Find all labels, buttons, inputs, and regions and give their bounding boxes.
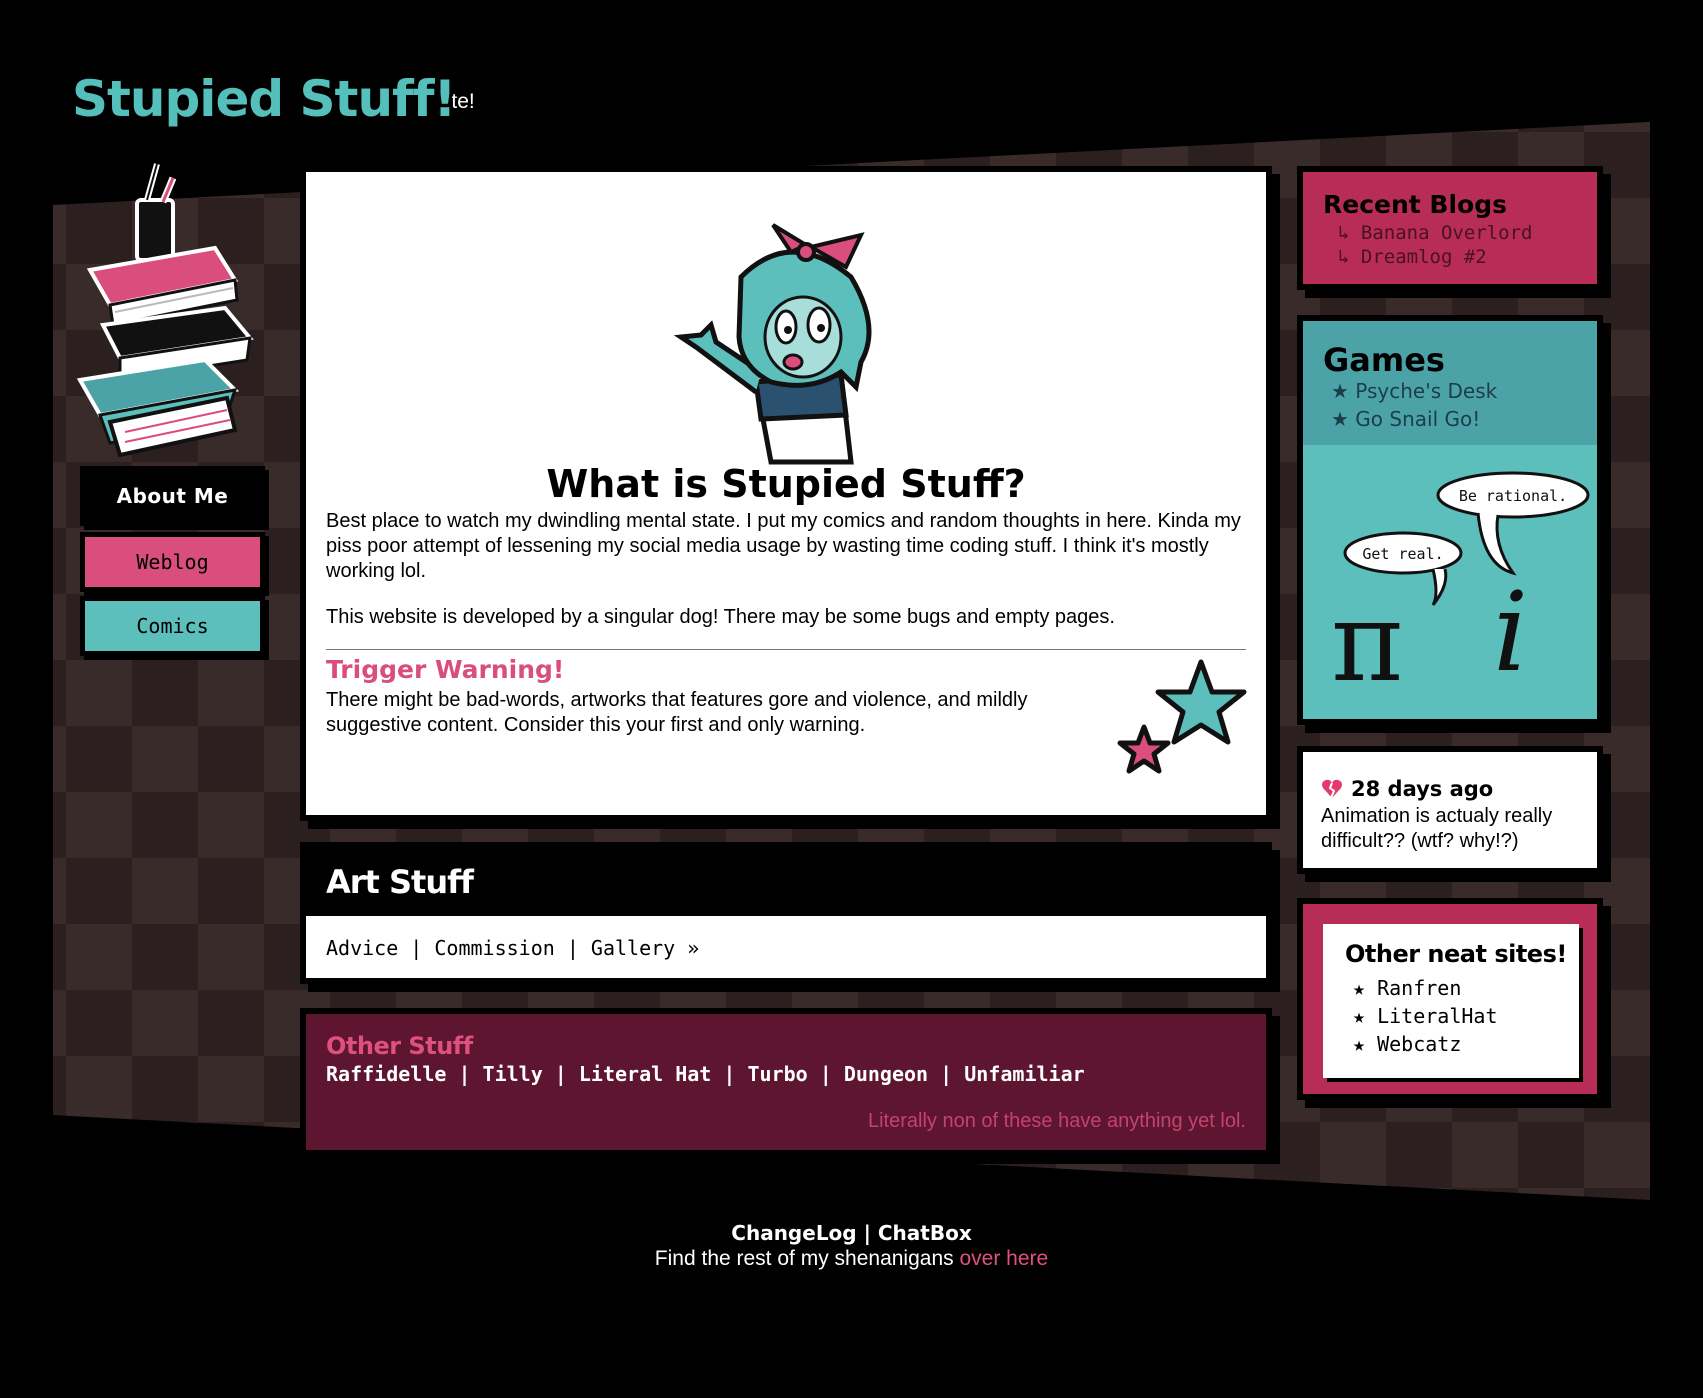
separator: | (398, 936, 435, 960)
separator: | (928, 1062, 965, 1086)
status-panel: 28 days ago Animation is actualy really … (1297, 746, 1603, 874)
over-here-link[interactable]: over here (959, 1247, 1048, 1270)
other-link-turbo[interactable]: Turbo (747, 1062, 807, 1086)
footer-text: Find the rest of my shenanigans (654, 1247, 960, 1270)
art-stuff-panel: Art Stuff Advice | Commission | Gallery … (300, 842, 1272, 984)
footer-links: ChangeLog | ChatBox (0, 1220, 1703, 1246)
footer: ChangeLog | ChatBox Find the rest of my … (0, 1220, 1703, 1272)
more-arrow[interactable]: » (675, 936, 699, 960)
main-title: What is Stupied Stuff? (546, 462, 1026, 506)
stars-decoration (1117, 659, 1247, 774)
art-link-advice[interactable]: Advice (326, 936, 398, 960)
neat-sites-box: Other neat sites! ★ Ranfren ★ LiteralHat… (1323, 924, 1579, 1078)
nav-weblog[interactable]: Weblog (80, 532, 265, 592)
recent-blogs-panel: Recent Blogs ↳ Banana Overlord ↳ Dreamlo… (1297, 166, 1603, 290)
art-links: Advice | Commission | Gallery » (326, 936, 699, 960)
dev-note-paragraph: This website is developed by a singular … (326, 606, 1115, 628)
games-panel: Games ★ Psyche's Desk ★ Go Snail Go! Be … (1297, 315, 1603, 725)
other-stuff-title: Other Stuff (326, 1032, 473, 1060)
other-stuff-panel: Other Stuff Raffidelle | Tilly | Literal… (300, 1008, 1272, 1156)
game-link-go-snail-go[interactable]: ★ Go Snail Go! (1331, 407, 1480, 431)
blog-link-banana-overlord[interactable]: ↳ Banana Overlord (1338, 222, 1532, 244)
nav-comics[interactable]: Comics (80, 596, 265, 656)
bubble-get-real: Get real. (1362, 545, 1443, 563)
status-text: Animation is actualy really difficult?? … (1321, 805, 1553, 852)
other-link-raffidelle[interactable]: Raffidelle (326, 1062, 446, 1086)
other-link-dungeon[interactable]: Dungeon (844, 1062, 928, 1086)
site-header: Stupied Stuff! A stupid little website! (72, 70, 772, 140)
pi-symbol: π (1331, 578, 1403, 706)
art-stuff-title: Art Stuff (326, 863, 474, 901)
changelog-link[interactable]: ChangeLog (731, 1221, 856, 1245)
other-link-tilly[interactable]: Tilly (483, 1062, 543, 1086)
art-link-gallery[interactable]: Gallery (591, 936, 675, 960)
game-link-psyches-desk[interactable]: ★ Psyche's Desk (1331, 379, 1497, 403)
chatbox-link[interactable]: ChatBox (878, 1221, 972, 1245)
footer-line: Find the rest of my shenanigans over her… (0, 1246, 1703, 1272)
marquee-text: A stupid little website! (452, 90, 475, 113)
i-symbol: i (1493, 568, 1528, 696)
neat-sites-panel: Other neat sites! ★ Ranfren ★ LiteralHat… (1297, 898, 1603, 1100)
neat-link-webcatz[interactable]: ★ Webcatz (1353, 1032, 1461, 1056)
games-title: Games (1323, 341, 1445, 379)
other-link-literal-hat[interactable]: Literal Hat (579, 1062, 711, 1086)
neat-link-ranfren[interactable]: ★ Ranfren (1353, 976, 1461, 1000)
mascot-illustration (673, 223, 872, 465)
trigger-warning-title: Trigger Warning! (326, 655, 565, 684)
intro-paragraph: Best place to watch my dwindling mental … (326, 510, 1241, 582)
divider (326, 649, 1246, 650)
neat-link-literalhat[interactable]: ★ LiteralHat (1353, 1004, 1498, 1028)
recent-blogs-title: Recent Blogs (1323, 190, 1508, 219)
bubble-be-rational: Be rational. (1459, 487, 1567, 505)
trigger-warning-text: There might be bad-words, artworks that … (326, 689, 1028, 736)
other-link-unfamiliar[interactable]: Unfamiliar (964, 1062, 1084, 1086)
marquee: A stupid little website! (452, 90, 702, 120)
book-stack-illustration (76, 163, 254, 458)
nav-about-me[interactable]: About Me (80, 466, 265, 526)
separator: | (711, 1062, 748, 1086)
separator: | (446, 1062, 483, 1086)
separator: | (554, 936, 591, 960)
status-time: 28 days ago (1321, 777, 1493, 801)
pi-and-i-comic: Be rational. Get real. π i (1331, 471, 1590, 706)
games-header: Games ★ Psyche's Desk ★ Go Snail Go! (1303, 321, 1597, 445)
art-stuff-header: Art Stuff (306, 848, 1266, 916)
site-title[interactable]: Stupied Stuff! (72, 70, 456, 128)
neat-sites-title: Other neat sites! (1345, 940, 1567, 968)
blog-link-dreamlog-2[interactable]: ↳ Dreamlog #2 (1338, 246, 1487, 268)
separator: | (856, 1221, 878, 1245)
separator: | (542, 1062, 579, 1086)
status-time-text: 28 days ago (1351, 777, 1494, 801)
separator: | (807, 1062, 844, 1086)
art-link-commission[interactable]: Commission (434, 936, 554, 960)
intro-panel: What is Stupied Stuff? Best place to wat… (300, 166, 1272, 821)
other-links: Raffidelle | Tilly | Literal Hat | Turbo… (326, 1062, 1085, 1086)
other-stuff-note: Literally non of these have anything yet… (867, 1110, 1246, 1132)
broken-heart-icon (1322, 779, 1342, 799)
